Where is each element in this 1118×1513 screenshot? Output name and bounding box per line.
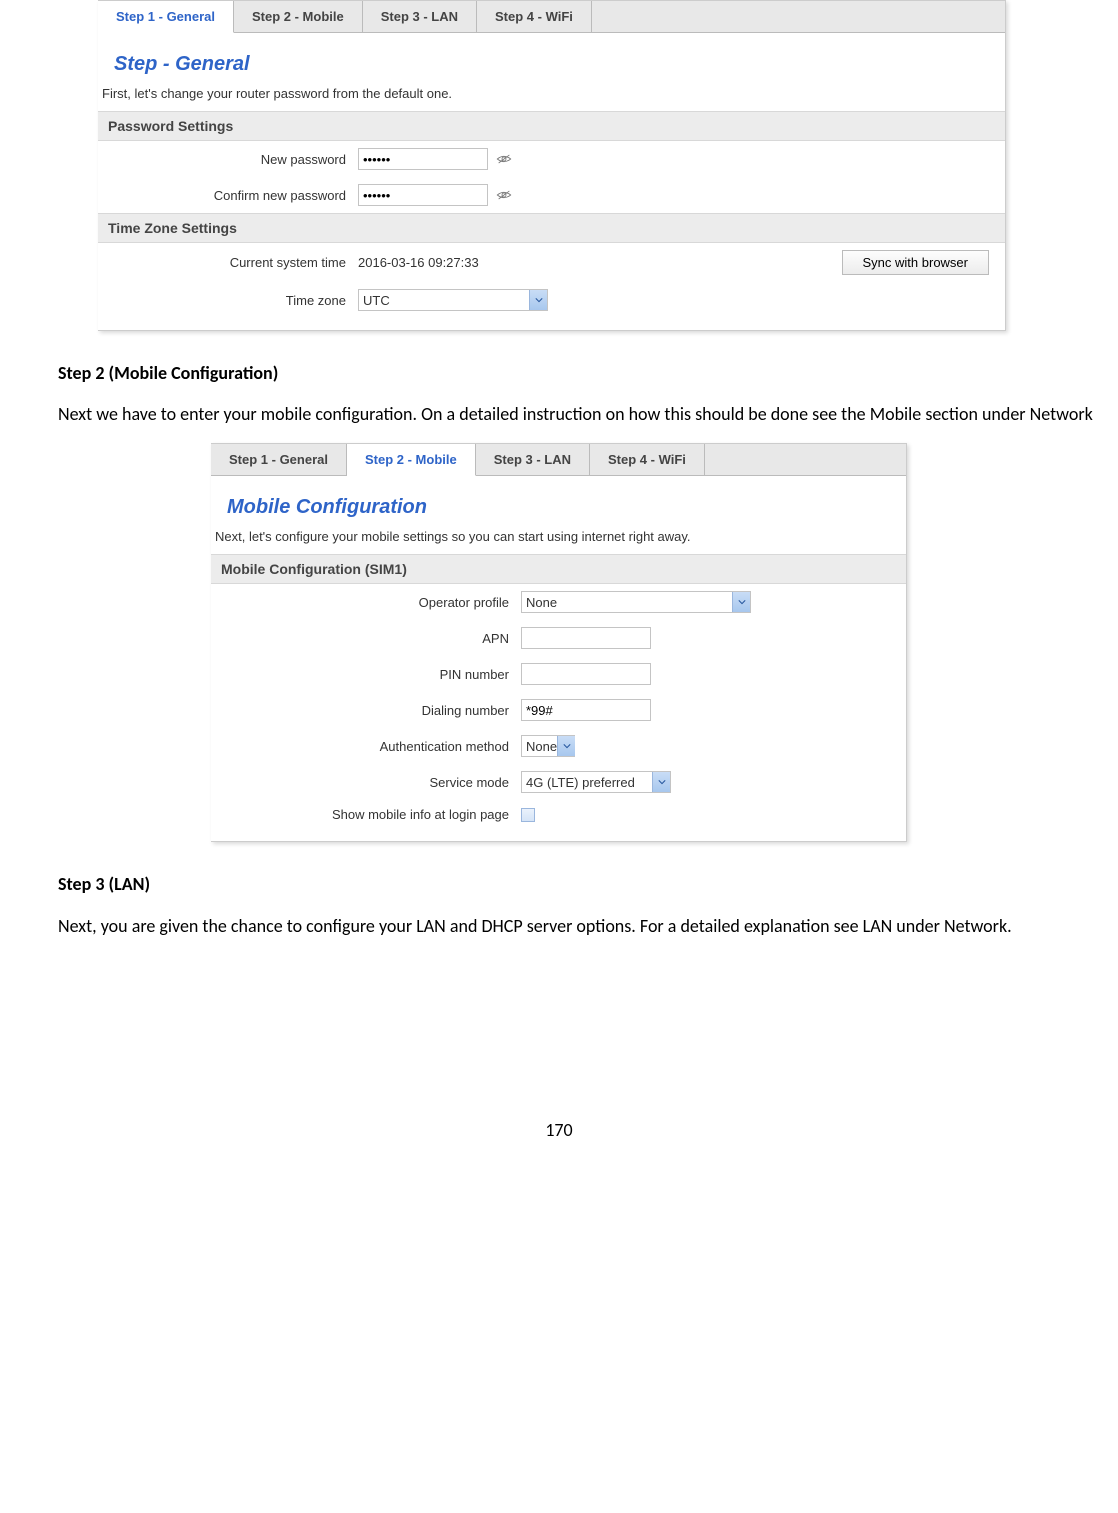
apn-label: APN xyxy=(221,631,521,646)
sync-with-browser-button[interactable]: Sync with browser xyxy=(842,250,989,275)
timezone-select[interactable]: UTC xyxy=(358,289,548,311)
dialing-number-label: Dialing number xyxy=(221,703,521,718)
service-mode-value: 4G (LTE) preferred xyxy=(526,775,635,790)
wizard-general-panel: Step 1 - General Step 2 - Mobile Step 3 … xyxy=(98,0,1006,331)
service-mode-label: Service mode xyxy=(221,775,521,790)
wizard-tabs: Step 1 - General Step 2 - Mobile Step 3 … xyxy=(211,444,906,476)
new-password-label: New password xyxy=(108,152,358,167)
timezone-label: Time zone xyxy=(108,293,358,308)
new-password-input[interactable] xyxy=(358,148,488,170)
chevron-down-icon xyxy=(732,592,750,612)
chevron-down-icon xyxy=(529,290,547,310)
show-mobile-info-label: Show mobile info at login page xyxy=(221,807,521,822)
system-time-value: 2016-03-16 09:27:33 xyxy=(358,255,479,270)
confirm-password-input[interactable] xyxy=(358,184,488,206)
tab-step3-lan[interactable]: Step 3 - LAN xyxy=(476,444,590,475)
apn-input[interactable] xyxy=(521,627,651,649)
step3-paragraph: Next, you are given the chance to config… xyxy=(20,914,1098,939)
tab-step2-mobile[interactable]: Step 2 - Mobile xyxy=(234,1,363,32)
operator-profile-value: None xyxy=(526,595,557,610)
step-description: Next, let's configure your mobile settin… xyxy=(211,529,906,554)
dialing-number-input[interactable] xyxy=(521,699,651,721)
pin-number-label: PIN number xyxy=(221,667,521,682)
step2-paragraph: Next we have to enter your mobile config… xyxy=(20,402,1098,427)
tab-step4-wifi[interactable]: Step 4 - WiFi xyxy=(477,1,592,32)
operator-profile-select[interactable]: None xyxy=(521,591,751,613)
show-mobile-info-checkbox[interactable] xyxy=(521,808,535,822)
chevron-down-icon xyxy=(652,772,670,792)
pin-number-input[interactable] xyxy=(521,663,651,685)
timezone-select-value: UTC xyxy=(363,293,390,308)
mobile-config-header: Mobile Configuration (SIM1) xyxy=(211,554,906,584)
chevron-down-icon xyxy=(557,736,575,756)
tab-step1-general[interactable]: Step 1 - General xyxy=(211,444,347,475)
auth-method-label: Authentication method xyxy=(221,739,521,754)
service-mode-select[interactable]: 4G (LTE) preferred xyxy=(521,771,671,793)
operator-profile-label: Operator profile xyxy=(221,595,521,610)
eye-off-icon[interactable] xyxy=(496,153,512,165)
step-title: Step - General xyxy=(98,47,1005,86)
system-time-label: Current system time xyxy=(108,255,358,270)
tab-spacer xyxy=(705,444,906,475)
step-description: First, let's change your router password… xyxy=(98,86,1005,111)
tab-step4-wifi[interactable]: Step 4 - WiFi xyxy=(590,444,705,475)
confirm-password-label: Confirm new password xyxy=(108,188,358,203)
tab-spacer xyxy=(592,1,1005,32)
timezone-settings-header: Time Zone Settings xyxy=(98,213,1005,243)
step3-heading: Step 3 (LAN) xyxy=(58,872,1098,897)
page-number: 170 xyxy=(20,1119,1098,1141)
step-title: Mobile Configuration xyxy=(211,490,906,529)
wizard-mobile-panel: Step 1 - General Step 2 - Mobile Step 3 … xyxy=(211,443,907,842)
wizard-tabs: Step 1 - General Step 2 - Mobile Step 3 … xyxy=(98,1,1005,33)
auth-method-value: None xyxy=(526,739,557,754)
password-settings-header: Password Settings xyxy=(98,111,1005,141)
tab-step1-general[interactable]: Step 1 - General xyxy=(98,1,234,33)
auth-method-select[interactable]: None xyxy=(521,735,575,757)
step2-heading: Step 2 (Mobile Configuration) xyxy=(58,361,1098,386)
tab-step2-mobile[interactable]: Step 2 - Mobile xyxy=(347,444,476,476)
tab-step3-lan[interactable]: Step 3 - LAN xyxy=(363,1,477,32)
eye-off-icon[interactable] xyxy=(496,189,512,201)
